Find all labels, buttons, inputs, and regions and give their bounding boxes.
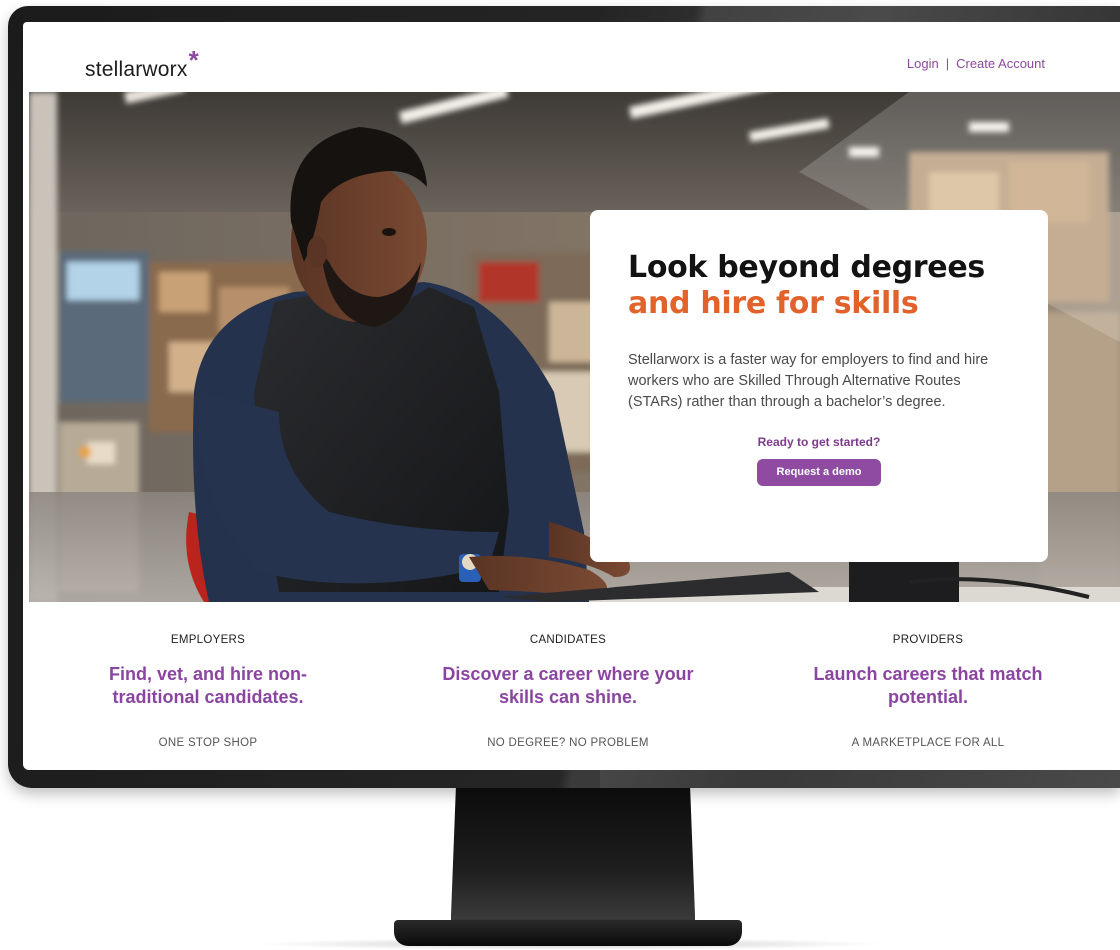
logo[interactable]: stellarworx* [85,45,199,83]
create-account-link[interactable]: Create Account [956,56,1045,71]
feature-subheading: NO DEGREE? NO PROBLEM [487,737,649,749]
hero-title-line2: and hire for skills [628,286,919,321]
hero-card: Look beyond degrees and hire for skills … [590,210,1048,562]
cta-prompt: Ready to get started? [757,435,881,449]
hero-title-line1: Look beyond degrees [628,250,985,285]
feature-label: PROVIDERS [892,634,964,646]
feature-label: EMPLOYERS [170,634,246,646]
logo-text: stellarworx [85,58,188,81]
feature-headline: Find, vet, and hire non-traditional cand… [109,664,307,707]
request-demo-button[interactable]: Request a demo [756,459,882,486]
logo-asterisk-icon: * [188,45,199,75]
feature-headline: Launch careers that match potential. [813,664,1043,707]
hero-description: Stellarworx is a faster way for employer… [628,352,989,410]
feature-employers: EMPLOYERS Find, vet, and hire non-tradit… [38,634,378,749]
hero-section: Look beyond degrees and hire for skills … [29,92,1120,602]
monitor-stand-base [394,920,742,946]
site-header: stellarworx* Login | Create Account [23,22,1120,92]
link-separator: | [945,56,950,71]
feature-providers: PROVIDERS Launch careers that match pote… [758,634,1098,749]
login-link[interactable]: Login [907,56,939,71]
feature-label: CANDIDATES [529,634,607,646]
cta-group: Ready to get started? Request a demo [628,435,1010,486]
feature-subheading: A MARKETPLACE FOR ALL [851,737,1005,749]
account-links: Login | Create Account [907,56,1045,71]
feature-subheading: ONE STOP SHOP [158,737,258,749]
feature-candidates: CANDIDATES Discover a career where your … [398,634,738,749]
monitor-stand-neck [451,788,695,936]
monitor-screen: stellarworx* Login | Create Account Look… [23,22,1120,770]
feature-headline: Discover a career where your skills can … [442,664,694,707]
features-section: EMPLOYERS Find, vet, and hire non-tradit… [23,602,1120,770]
